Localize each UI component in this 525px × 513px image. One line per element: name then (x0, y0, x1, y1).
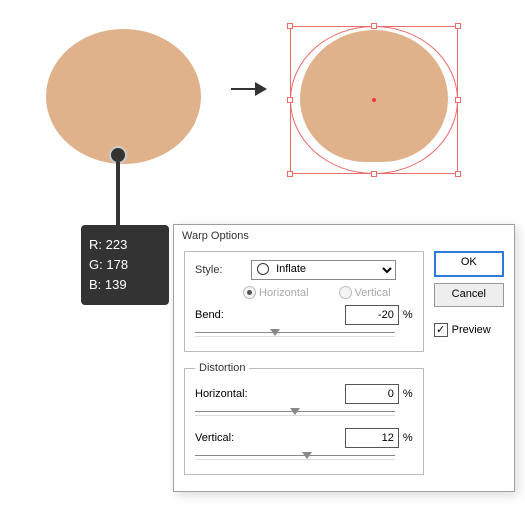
percent-label: % (403, 388, 413, 400)
style-select[interactable] (251, 260, 396, 280)
resize-handle-w[interactable] (287, 97, 293, 103)
distortion-legend: Distortion (195, 362, 249, 374)
ok-button[interactable]: OK (434, 251, 504, 277)
slider-thumb-icon[interactable] (290, 408, 300, 415)
orientation-vertical-radio[interactable]: Vertical (339, 286, 391, 299)
cancel-button[interactable]: Cancel (434, 283, 504, 307)
color-r-value: 223 (106, 237, 128, 252)
orientation-horizontal-radio[interactable]: Horizontal (243, 286, 309, 299)
resize-handle-se[interactable] (455, 171, 461, 177)
resize-handle-s[interactable] (371, 171, 377, 177)
distortion-horizontal-input[interactable] (345, 384, 399, 404)
style-label: Style: (195, 264, 243, 276)
distortion-vertical-label: Vertical: (195, 432, 255, 444)
warped-shape-selection (290, 26, 458, 174)
warp-main-group: Style: Inflate Horizontal (184, 251, 424, 352)
percent-label: % (403, 309, 413, 321)
color-g-label: G: (89, 257, 103, 272)
color-readout-tooltip: R: 223 G: 178 B: 139 (81, 225, 169, 305)
color-g-value: 178 (106, 257, 128, 272)
center-point-icon (372, 98, 376, 102)
resize-handle-sw[interactable] (287, 171, 293, 177)
bend-input[interactable] (345, 305, 399, 325)
resize-handle-n[interactable] (371, 23, 377, 29)
distortion-horizontal-slider[interactable] (195, 406, 395, 420)
slider-thumb-icon[interactable] (302, 452, 312, 459)
orientation-horizontal-label: Horizontal (259, 287, 309, 299)
color-b-label: B: (89, 277, 101, 292)
resize-handle-nw[interactable] (287, 23, 293, 29)
resize-handle-e[interactable] (455, 97, 461, 103)
distortion-vertical-slider[interactable] (195, 450, 395, 464)
resize-handle-ne[interactable] (455, 23, 461, 29)
original-ellipse-shape (46, 29, 201, 164)
preview-label: Preview (452, 324, 491, 336)
bend-label: Bend: (195, 309, 255, 321)
checkbox-icon: ✓ (434, 323, 448, 337)
distortion-horizontal-label: Horizontal: (195, 388, 255, 400)
radio-icon (339, 286, 352, 299)
color-r-label: R: (89, 237, 102, 252)
radio-icon (243, 286, 256, 299)
distortion-vertical-input[interactable] (345, 428, 399, 448)
bend-slider[interactable] (195, 327, 395, 341)
preview-checkbox[interactable]: ✓ Preview (434, 323, 504, 337)
slider-thumb-icon[interactable] (270, 329, 280, 336)
color-b-value: 139 (105, 277, 127, 292)
warp-options-dialog: Warp Options Style: Inflate (173, 224, 515, 492)
callout-line (116, 162, 120, 227)
distortion-group: Distortion Horizontal: % Vertical: (184, 362, 424, 475)
percent-label: % (403, 432, 413, 444)
dialog-title: Warp Options (174, 225, 514, 245)
orientation-vertical-label: Vertical (355, 287, 391, 299)
arrow-icon (231, 88, 265, 90)
